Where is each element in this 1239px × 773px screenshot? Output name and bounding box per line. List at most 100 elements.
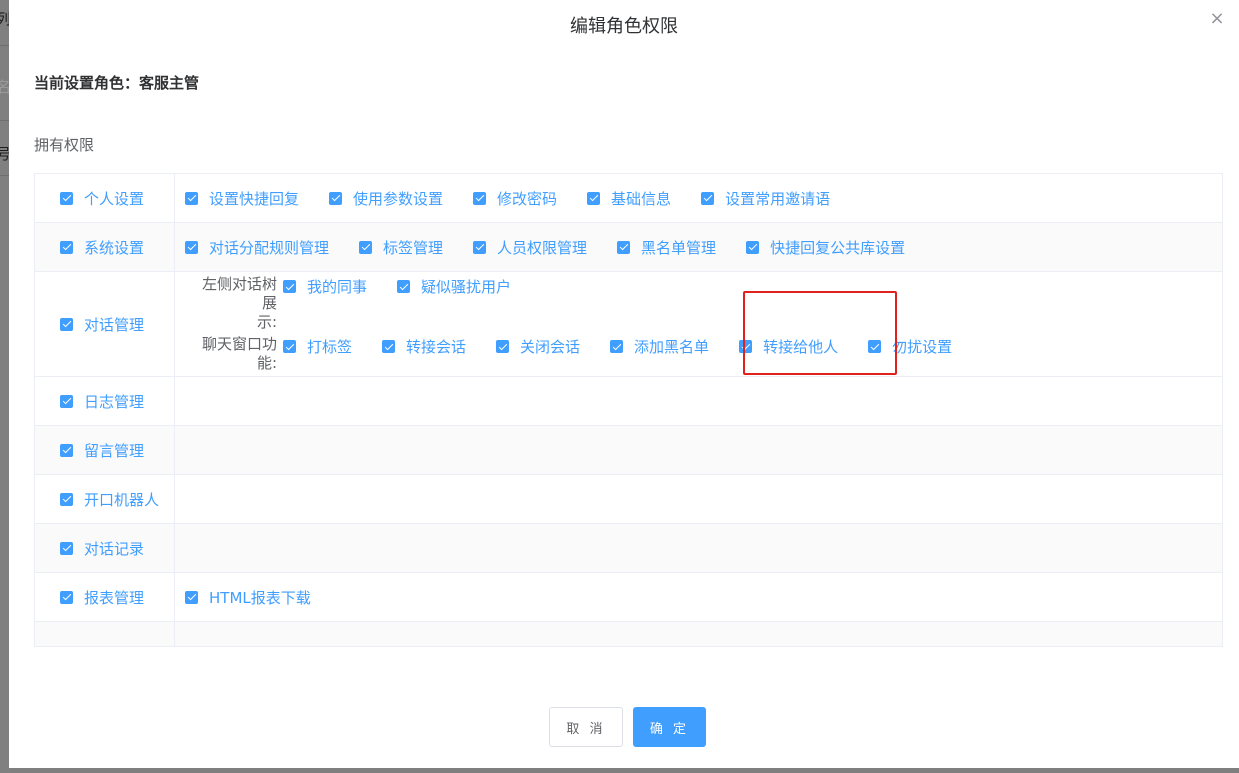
table-row: 报表管理 HTML报表下载 <box>35 573 1222 622</box>
permission-checkbox[interactable]: 勿扰设置 <box>868 336 952 357</box>
confirm-button[interactable]: 确 定 <box>633 707 706 747</box>
checkbox-checked-icon <box>473 240 487 254</box>
checkbox-checked-icon <box>60 191 73 205</box>
row-header: 日志管理 <box>35 377 175 425</box>
permission-label: 标签管理 <box>383 238 444 257</box>
checkbox-checked-icon <box>701 191 715 205</box>
permission-label: 转接给他人 <box>763 338 839 356</box>
permission-checkbox[interactable]: 人员权限管理 <box>473 237 587 258</box>
permission-checkbox-conversation[interactable]: 对话管理 <box>60 314 144 335</box>
row-items: 左侧对话树展 示: 我的同事 疑似骚扰用户 聊天窗口功 能: 打标签 转接会话 … <box>175 272 1222 376</box>
row-header: 系统设置 <box>35 223 175 271</box>
permission-label: 添加黑名单 <box>634 338 710 356</box>
checkbox-checked-icon <box>617 240 631 254</box>
checkbox-checked-icon <box>746 240 760 254</box>
row-items: HTML报表下载 <box>175 573 1222 621</box>
permission-checkbox-personal[interactable]: 个人设置 <box>60 188 144 209</box>
checkbox-checked-icon <box>185 590 198 604</box>
row-header: 对话记录 <box>35 524 175 572</box>
row-items: 对话分配规则管理 标签管理 人员权限管理 黑名单管理 快捷回复公共库设置 <box>175 223 1222 271</box>
permission-checkbox-log[interactable]: 日志管理 <box>60 391 144 412</box>
permission-checkbox[interactable]: 设置常用邀请语 <box>701 188 830 209</box>
permission-label: 打标签 <box>307 338 353 356</box>
row-header: 个人设置 <box>35 174 175 222</box>
row-items <box>175 524 1222 572</box>
table-row: 留言管理 <box>35 426 1222 475</box>
permission-checkbox[interactable]: 设置快捷回复 <box>185 188 299 209</box>
permission-checkbox-message[interactable]: 留言管理 <box>60 440 144 461</box>
checkbox-checked-icon <box>185 191 198 205</box>
chat-window-group: 聊天窗口功 能: 打标签 转接会话 关闭会话 添加黑名单 转接给他人 勿扰设置 <box>195 335 982 373</box>
chat-window-items: 打标签 转接会话 关闭会话 添加黑名单 转接给他人 勿扰设置 <box>283 335 982 357</box>
permission-label: 日志管理 <box>84 392 145 411</box>
row-header: 留言管理 <box>35 426 175 474</box>
permission-checkbox-robot[interactable]: 开口机器人 <box>60 489 159 510</box>
permission-label: HTML报表下载 <box>209 588 311 607</box>
permission-label: 修改密码 <box>497 189 558 208</box>
permission-label: 对话分配规则管理 <box>209 238 330 257</box>
checkbox-checked-icon <box>60 590 73 604</box>
permission-label: 黑名单管理 <box>641 238 717 257</box>
permission-checkbox-reports[interactable]: 报表管理 <box>60 587 144 608</box>
permission-label: 勿扰设置 <box>892 338 953 356</box>
table-row: 日志管理 <box>35 377 1222 426</box>
permission-label: 对话管理 <box>84 315 145 334</box>
checkbox-checked-icon <box>60 492 73 506</box>
checkbox-checked-icon <box>739 340 753 353</box>
permission-checkbox[interactable]: 转接会话 <box>382 336 466 357</box>
permission-label: 基础信息 <box>611 189 672 208</box>
checkbox-checked-icon <box>60 240 73 254</box>
row-items <box>175 377 1222 425</box>
checkbox-checked-icon <box>868 340 882 353</box>
table-row: 个人设置 设置快捷回复 使用参数设置 修改密码 基础信息 设置常用邀请语 <box>35 174 1222 223</box>
row-items <box>175 622 1222 646</box>
checkbox-checked-icon <box>60 541 73 555</box>
permission-checkbox[interactable]: 使用参数设置 <box>329 188 443 209</box>
row-header <box>35 622 175 646</box>
permission-checkbox[interactable]: 黑名单管理 <box>617 237 716 258</box>
permission-label: 留言管理 <box>84 441 145 460</box>
left-tree-items: 我的同事 疑似骚扰用户 <box>283 275 541 297</box>
permission-checkbox[interactable]: 疑似骚扰用户 <box>397 276 511 297</box>
checkbox-checked-icon <box>397 280 411 293</box>
checkbox-checked-icon <box>185 240 198 254</box>
permission-checkbox-records[interactable]: 对话记录 <box>60 538 144 559</box>
checkbox-checked-icon <box>496 340 510 353</box>
permission-table: 个人设置 设置快捷回复 使用参数设置 修改密码 基础信息 设置常用邀请语 系统设… <box>34 173 1223 647</box>
permission-checkbox[interactable]: 我的同事 <box>283 276 367 297</box>
cancel-button[interactable]: 取 消 <box>549 707 623 747</box>
permission-checkbox[interactable]: 基础信息 <box>587 188 671 209</box>
table-row <box>35 622 1222 646</box>
permission-checkbox[interactable]: 标签管理 <box>359 237 443 258</box>
checkbox-checked-icon <box>473 191 487 205</box>
permission-checkbox[interactable]: HTML报表下载 <box>185 587 311 608</box>
close-icon[interactable]: × <box>1209 10 1225 28</box>
permission-checkbox[interactable]: 快捷回复公共库设置 <box>746 237 905 258</box>
permission-checkbox[interactable]: 打标签 <box>283 336 352 357</box>
permission-label: 我的同事 <box>307 278 368 296</box>
row-header: 报表管理 <box>35 573 175 621</box>
permission-label: 关闭会话 <box>520 338 581 356</box>
permission-label: 疑似骚扰用户 <box>421 278 512 296</box>
permission-checkbox[interactable]: 对话分配规则管理 <box>185 237 329 258</box>
table-row: 对话记录 <box>35 524 1222 573</box>
permission-checkbox-transfer-to-others[interactable]: 转接给他人 <box>739 336 838 357</box>
permission-checkbox-system[interactable]: 系统设置 <box>60 237 144 258</box>
permission-label: 报表管理 <box>84 588 145 607</box>
group-title-line: 左侧对话树展 <box>201 275 277 312</box>
permission-checkbox[interactable]: 修改密码 <box>473 188 557 209</box>
checkbox-checked-icon <box>283 340 296 353</box>
permission-checkbox[interactable]: 添加黑名单 <box>610 336 709 357</box>
checkbox-checked-icon <box>359 240 373 254</box>
checkbox-checked-icon <box>283 280 296 293</box>
current-role-label: 当前设置角色：客服主管 <box>34 74 200 92</box>
row-header: 对话管理 <box>35 272 175 376</box>
edit-role-permission-dialog: 编辑角色权限 × 当前设置角色：客服主管 拥有权限 个人设置 设置快捷回复 使用… <box>9 0 1239 768</box>
permission-label: 系统设置 <box>84 238 145 257</box>
permission-checkbox[interactable]: 关闭会话 <box>496 336 580 357</box>
row-header: 开口机器人 <box>35 475 175 523</box>
row-items: 设置快捷回复 使用参数设置 修改密码 基础信息 设置常用邀请语 <box>175 174 1222 222</box>
permission-label: 快捷回复公共库设置 <box>770 238 906 257</box>
group-title-line: 能: <box>256 354 277 372</box>
table-row: 对话管理 左侧对话树展 示: 我的同事 疑似骚扰用户 聊天窗口功 能: 打标签 … <box>35 272 1222 377</box>
